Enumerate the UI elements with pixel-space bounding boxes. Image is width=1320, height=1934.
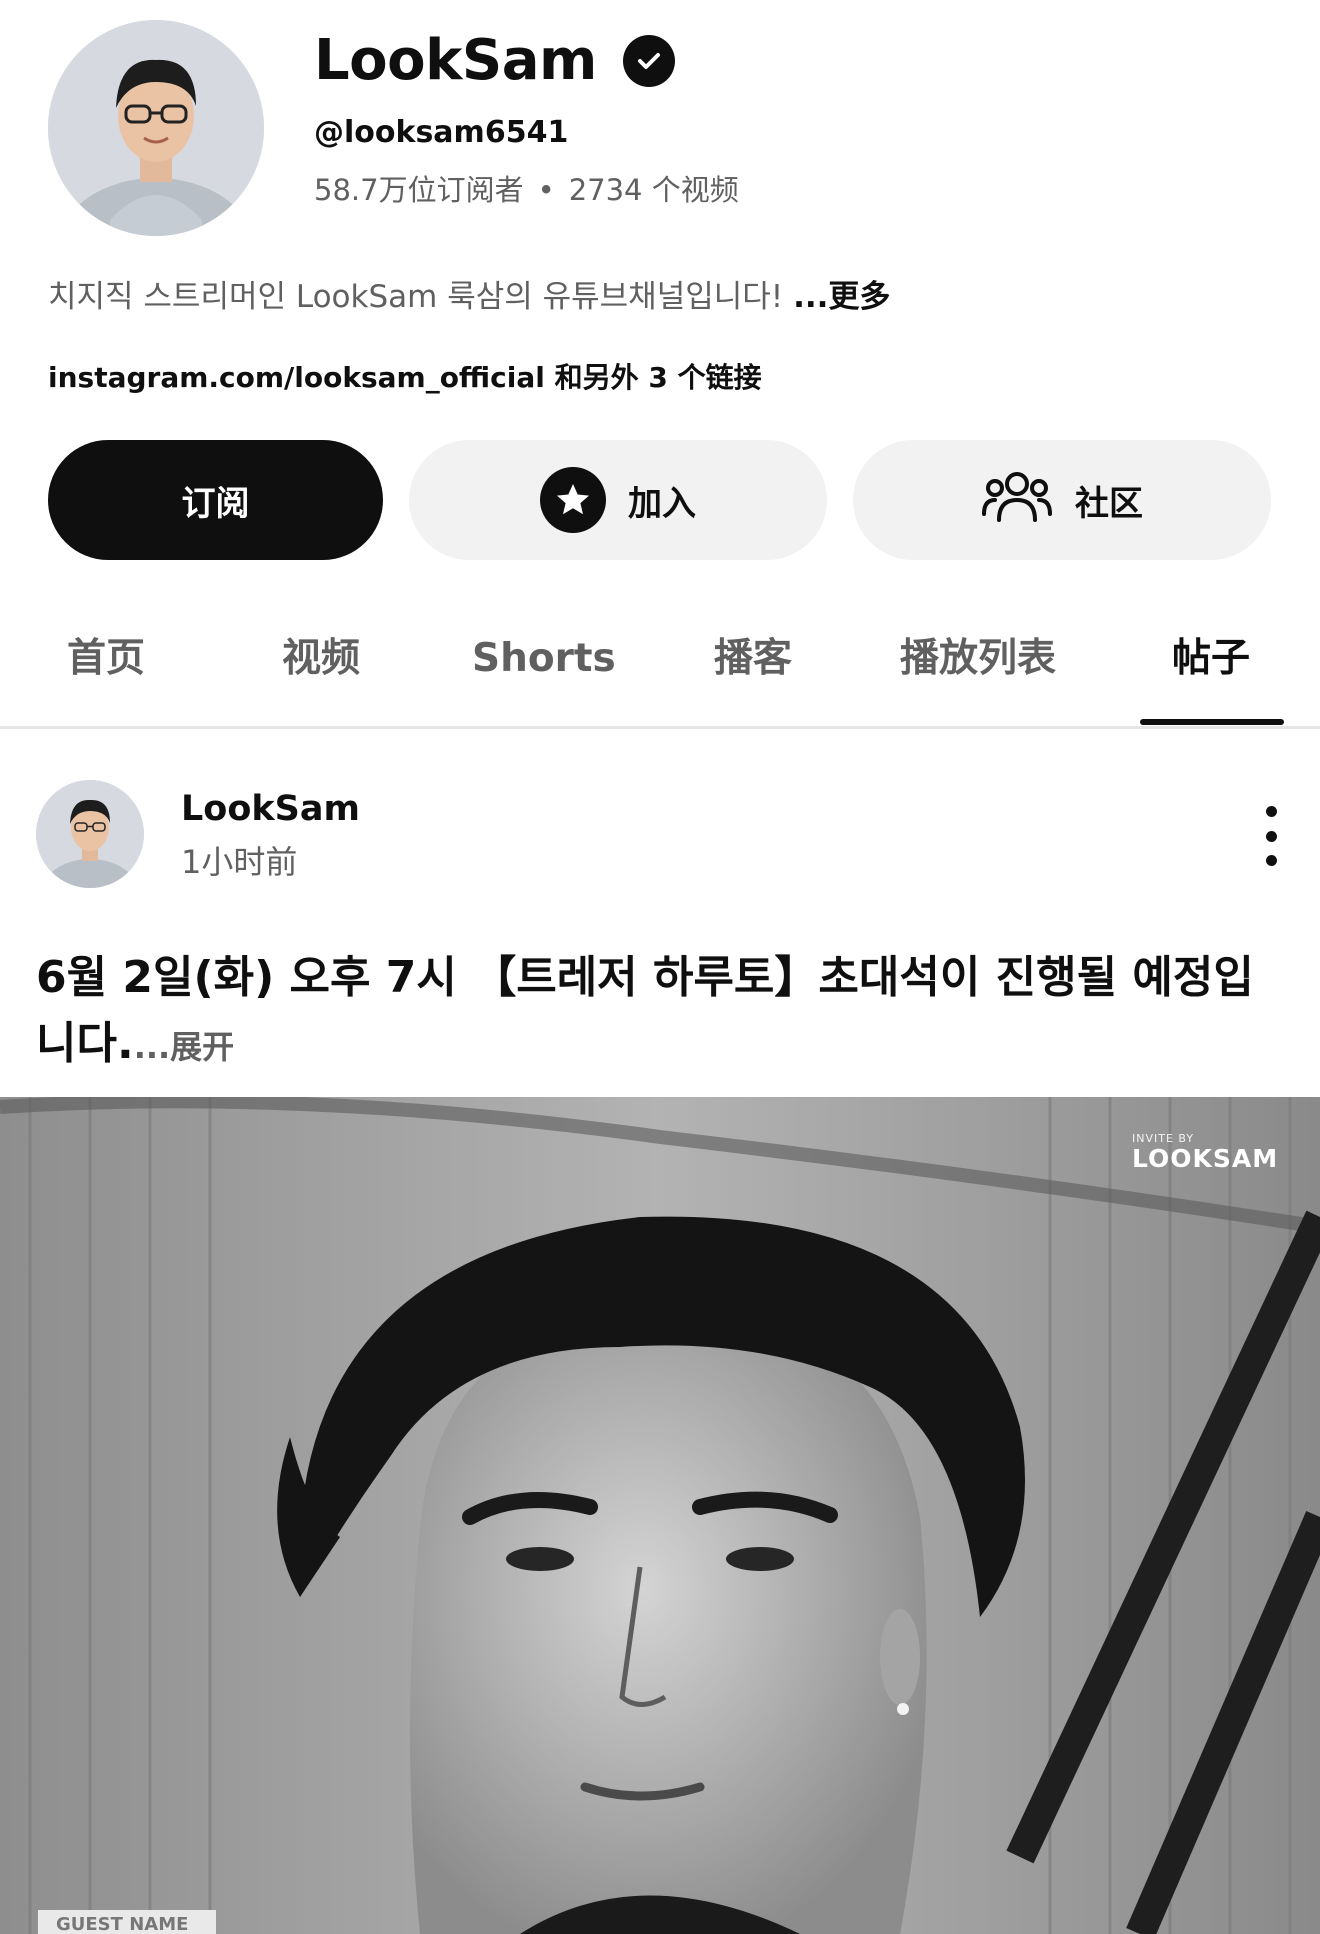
channel-tabs: 首页 视频 Shorts 播客 播放列表 帖子 bbox=[0, 612, 1320, 729]
community-button[interactable]: 社区 bbox=[853, 440, 1271, 560]
star-icon bbox=[540, 467, 606, 533]
looksam-watermark: INVITE BY LOOKSAM bbox=[1132, 1133, 1278, 1173]
watermark-logo-text: LOOKSAM bbox=[1132, 1144, 1279, 1173]
channel-handle: @looksam6541 bbox=[314, 115, 569, 150]
channel-name: LookSam bbox=[314, 28, 597, 93]
post-author-name[interactable]: LookSam bbox=[181, 786, 360, 832]
tab-shorts[interactable]: Shorts bbox=[472, 632, 616, 686]
community-label: 社区 bbox=[1075, 483, 1143, 524]
tab-posts[interactable]: 帖子 bbox=[1172, 632, 1250, 686]
tab-videos[interactable]: 视频 bbox=[282, 632, 360, 686]
description-text: 치지직 스트리머인 LookSam 룩삼의 유튜브채널입니다! bbox=[48, 279, 784, 315]
post-more-options-icon[interactable] bbox=[1246, 806, 1296, 866]
subscribe-button[interactable]: 订阅 bbox=[48, 440, 383, 560]
tab-podcasts[interactable]: 播客 bbox=[714, 632, 792, 686]
community-icon bbox=[981, 466, 1053, 535]
tab-playlists[interactable]: 播放列表 bbox=[900, 632, 1056, 686]
post-photo bbox=[0, 1097, 1320, 1934]
post-body: 6월 2일(화) 오후 7시 【트레저 하루토】초대석이 진행될 예정입니다..… bbox=[36, 945, 1286, 1080]
avatar-portrait bbox=[48, 20, 264, 236]
description-more-link[interactable]: ...更多 bbox=[793, 279, 890, 315]
subscriber-count: 58.7万位订阅者 bbox=[314, 173, 524, 207]
tab-home[interactable]: 首页 bbox=[67, 632, 145, 686]
video-count: 2734 个视频 bbox=[568, 173, 739, 207]
post-image[interactable] bbox=[0, 1097, 1320, 1934]
channel-links[interactable]: instagram.com/looksam_official 和另外 3 个链接 bbox=[48, 358, 762, 398]
post-expand-link[interactable]: ...展开 bbox=[134, 1028, 234, 1066]
verified-check-icon bbox=[622, 35, 675, 87]
join-label: 加入 bbox=[628, 483, 696, 524]
guest-name-label: GUEST NAME bbox=[38, 1910, 216, 1934]
join-button[interactable]: 加入 bbox=[409, 440, 827, 560]
channel-avatar[interactable] bbox=[48, 20, 264, 236]
channel-stats: 58.7万位订阅者 • 2734 个视频 bbox=[314, 170, 739, 210]
post-avatar-portrait bbox=[36, 780, 144, 888]
post-author-avatar[interactable] bbox=[36, 780, 144, 888]
subscribe-label: 订阅 bbox=[181, 483, 250, 524]
channel-description[interactable]: 치지직 스트리머인 LookSam 룩삼의 유튜브채널입니다! ...更多 bbox=[48, 275, 890, 319]
post-timestamp: 1小时前 bbox=[181, 843, 298, 881]
watermark-small-text: INVITE BY bbox=[1132, 1132, 1195, 1145]
stats-separator: • bbox=[537, 173, 555, 207]
active-tab-indicator bbox=[1140, 719, 1284, 725]
